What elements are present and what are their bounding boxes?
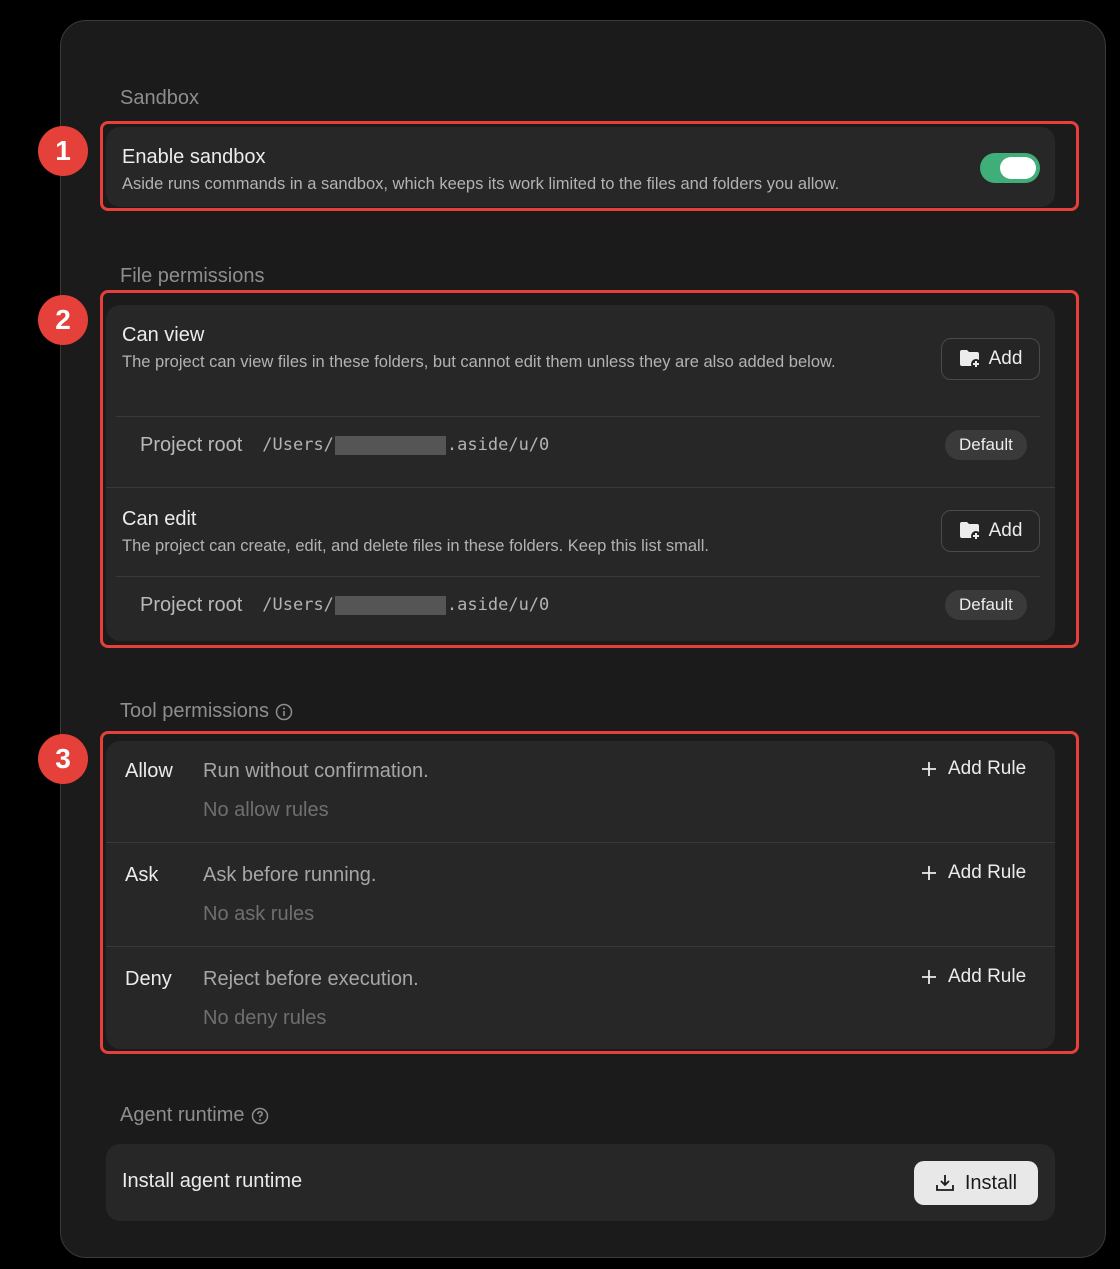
annotation-box-1 bbox=[100, 121, 1079, 211]
tool-permissions-title-text: Tool permissions bbox=[120, 700, 269, 722]
tool-permissions-section-title: Tool permissions bbox=[120, 700, 293, 723]
info-icon[interactable] bbox=[275, 703, 293, 721]
agent-runtime-section-title: Agent runtime bbox=[120, 1104, 269, 1127]
annotation-number-3: 3 bbox=[38, 734, 88, 784]
download-icon bbox=[935, 1175, 954, 1191]
install-button[interactable]: Install bbox=[914, 1161, 1038, 1205]
agent-runtime-card: Install agent runtime Install bbox=[106, 1144, 1055, 1221]
annotation-number-2: 2 bbox=[38, 295, 88, 345]
annotation-box-2 bbox=[100, 290, 1079, 648]
file-permissions-section-title: File permissions bbox=[120, 265, 265, 287]
annotation-number-1: 1 bbox=[38, 126, 88, 176]
sandbox-section-title: Sandbox bbox=[120, 87, 199, 109]
install-agent-runtime-title: Install agent runtime bbox=[122, 1170, 303, 1192]
agent-runtime-title-text: Agent runtime bbox=[120, 1104, 245, 1126]
help-icon[interactable] bbox=[251, 1107, 269, 1125]
install-label: Install bbox=[964, 1171, 1018, 1194]
annotation-box-3 bbox=[100, 731, 1079, 1054]
